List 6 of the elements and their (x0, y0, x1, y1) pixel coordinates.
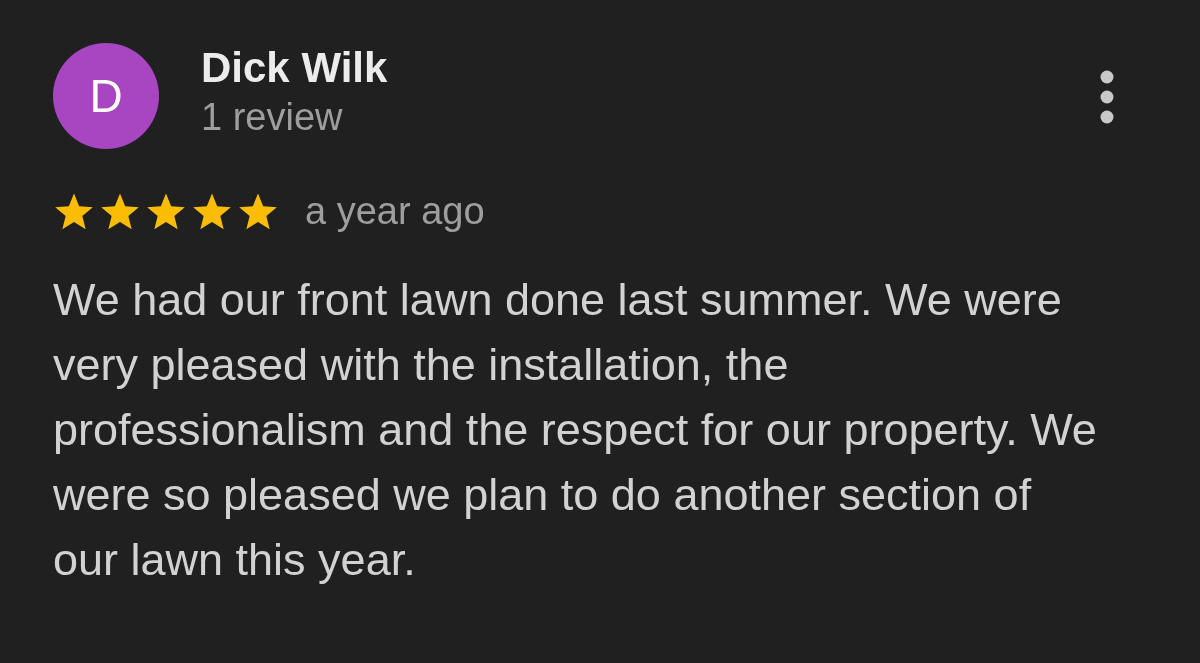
more-vertical-icon (1100, 70, 1114, 124)
author-name: Dick Wilk (201, 43, 388, 93)
avatar-letter: D (89, 73, 123, 119)
review-text: We had our front lawn done last summer. We were very pleased with the installation, the professionalism and the respect for our property. We were so pleased we plan to do another section of our lawn this year. (53, 273, 1098, 587)
review-time: a year ago (305, 189, 485, 233)
author-review-count: 1 review (201, 95, 343, 139)
